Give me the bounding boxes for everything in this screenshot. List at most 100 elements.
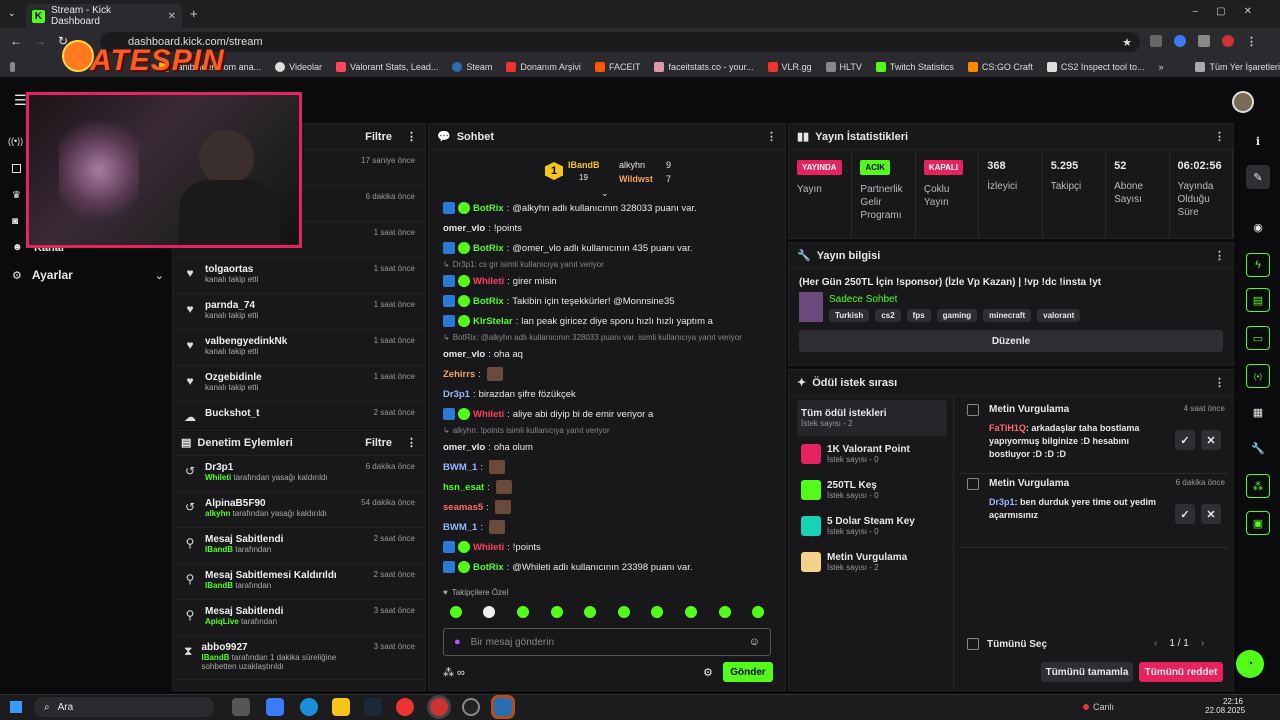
bookmark-item[interactable]: CS:GO Craft	[967, 61, 1033, 72]
wrench-icon[interactable]: 🔧	[1246, 436, 1270, 460]
bookmark-item[interactable]: faceitstats.co - your...	[654, 61, 754, 72]
checkbox[interactable]	[967, 478, 979, 490]
explorer-icon[interactable]	[332, 698, 350, 716]
bookmark-item[interactable]: Twitch Statistics	[875, 61, 954, 72]
chat-username[interactable]: Whileti	[473, 409, 504, 420]
next-page-icon[interactable]: ›	[1201, 638, 1204, 649]
moderator-name[interactable]: Whileti	[205, 473, 231, 482]
settings-icon[interactable]: ⚙	[703, 666, 713, 679]
tag-chip[interactable]: valorant	[1037, 309, 1081, 322]
list-icon[interactable]: ▦	[1246, 400, 1270, 424]
moderation-item[interactable]: ↺ Dr3p1 Whileti tarafından yasağı kaldırıl…	[173, 456, 425, 492]
emote-icon[interactable]	[684, 606, 697, 618]
chat-username[interactable]: Dr3p1	[443, 389, 470, 400]
moderator-name[interactable]: IBandB	[201, 653, 229, 662]
complete-all-button[interactable]: Tümünü tamamla	[1041, 662, 1133, 682]
more-bookmarks-icon[interactable]: »	[1158, 62, 1163, 72]
activity-user[interactable]: tolgaortas	[205, 264, 258, 275]
window-controls[interactable]: –▢✕	[1193, 6, 1270, 17]
chat-username[interactable]: seamas5	[443, 502, 483, 513]
browser-tab[interactable]: K Stream - Kick Dashboard ✕	[26, 4, 182, 28]
chat-username[interactable]: omer_vlo	[443, 442, 485, 453]
profile-avatar[interactable]	[1222, 35, 1234, 47]
obs-icon[interactable]	[462, 698, 480, 716]
clock[interactable]: 22:16 22.08.2025	[1205, 697, 1245, 715]
emote-icon[interactable]	[718, 606, 731, 618]
tag-chip[interactable]: cs2	[875, 309, 901, 322]
bookmark-item[interactable]: FACEIT	[594, 61, 640, 72]
steam-active-icon[interactable]	[494, 698, 512, 716]
chat-username[interactable]: Zehirrs	[443, 369, 475, 380]
tag-chip[interactable]: gaming	[936, 309, 978, 322]
windows-start-icon[interactable]	[10, 701, 22, 713]
moderator-name[interactable]: alkyhn	[205, 509, 230, 518]
bookmark-item[interactable]: CS2 Inspect tool to...	[1046, 61, 1144, 72]
extension-icon[interactable]	[1174, 35, 1186, 47]
reject-all-button[interactable]: Tümünü reddet	[1139, 662, 1223, 682]
more-options-icon[interactable]: ⋮	[766, 130, 777, 143]
activity-item[interactable]: ♥ tolgaortas kanalı takip etti 1 saat önce	[173, 258, 425, 294]
all-bookmarks[interactable]: Tüm Yer İşaretleri	[1195, 61, 1280, 72]
live-status[interactable]: Canlı	[1083, 702, 1114, 712]
nav-settings[interactable]: ⚙ Ayarlar ⌄	[12, 267, 164, 283]
moderation-item[interactable]: ⚲ Mesaj Sabitlendi IBandB tarafından 2 saat…	[173, 528, 425, 564]
activity-item[interactable]: ♥ Ozgebidinle kanalı takip etti 1 saat önce	[173, 366, 425, 402]
broadcast-icon[interactable]: ((•))	[8, 136, 23, 146]
tag-chip[interactable]: Turkish	[829, 309, 870, 322]
chat-username[interactable]: BotRix	[473, 243, 504, 254]
reward-item[interactable]: 5 Dolar Steam Key İstek sayısı - 0	[797, 508, 947, 544]
activity-item[interactable]: ♥ valbengyedinkNk kanalı takip etti 1 saat …	[173, 330, 425, 366]
moderator-name[interactable]: IBandB	[205, 545, 233, 554]
clapper-icon[interactable]: ▣	[1246, 511, 1270, 535]
prev-page-icon[interactable]: ‹	[1154, 638, 1157, 649]
camera-icon[interactable]: ◉	[1246, 215, 1270, 239]
more-options-icon[interactable]: ⋮	[1214, 249, 1225, 262]
chart-icon[interactable]	[12, 164, 21, 173]
approve-check-icon[interactable]: ✓	[1175, 504, 1195, 524]
emote-icon[interactable]	[483, 606, 496, 618]
chrome-icon[interactable]	[396, 698, 414, 716]
points-icon[interactable]: ⁂ ∞	[443, 666, 465, 679]
chat-username[interactable]: Whileti	[473, 542, 504, 553]
filter-button[interactable]: Filtre	[365, 437, 392, 449]
more-options-icon[interactable]: ⋮	[406, 130, 417, 143]
puzzle-icon[interactable]	[1198, 35, 1210, 47]
chat-username[interactable]: hsn_esat	[443, 482, 484, 493]
emote-icon[interactable]	[752, 606, 765, 618]
top-gifter-name[interactable]: IBandB	[568, 160, 600, 170]
reward-item[interactable]: Metin Vurgulama İstek sayısı - 2	[797, 544, 947, 580]
send-button[interactable]: Gönder	[723, 662, 773, 682]
info-icon[interactable]: ℹ	[1246, 129, 1270, 153]
chat-username[interactable]: omer_vlo	[443, 349, 485, 360]
bookmark-item[interactable]: VLR.gg	[767, 61, 812, 72]
forward-icon[interactable]: →	[34, 34, 46, 48]
chat-username[interactable]: BotRix	[473, 203, 504, 214]
reject-x-icon[interactable]: ✕	[1201, 504, 1221, 524]
more-options-icon[interactable]: ⋮	[1214, 376, 1225, 389]
chrome-active-icon[interactable]	[430, 698, 448, 716]
moderation-item[interactable]: ⧗ abbo9927 IBandB tarafından 1 dakika süre…	[173, 636, 425, 680]
emote-icon[interactable]	[617, 606, 630, 618]
camera-icon[interactable]: ◙	[12, 216, 18, 227]
points-icon[interactable]: ⁂	[1246, 474, 1270, 498]
activity-user[interactable]: valbengyedinkNk	[205, 336, 287, 347]
address-bar[interactable]: dashboard.kick.com/stream ★	[100, 32, 1140, 52]
select-all[interactable]: Tümünü Seç	[967, 638, 1047, 650]
more-options-icon[interactable]: ⋮	[406, 436, 417, 449]
taskbar-search[interactable]: ⌕ Ara	[34, 697, 214, 717]
task-view-icon[interactable]	[232, 698, 250, 716]
broadcast-icon[interactable]: (•)	[1246, 364, 1270, 388]
emote-icon[interactable]	[550, 606, 563, 618]
moderator-name[interactable]: IBandB	[205, 581, 233, 590]
chat-username[interactable]: KlrStelar	[473, 316, 513, 327]
menu-icon[interactable]: ⋮	[1246, 35, 1257, 48]
request-user[interactable]: Dr3p1	[989, 497, 1015, 507]
tag-chip[interactable]: minecraft	[983, 309, 1032, 322]
lightning-icon[interactable]: ϟ	[1246, 253, 1270, 277]
activity-user[interactable]: Buckshot_t	[205, 408, 259, 419]
checkbox[interactable]	[967, 404, 979, 416]
approve-check-icon[interactable]: ✓	[1175, 430, 1195, 450]
user-avatar[interactable]	[1232, 91, 1254, 113]
gifter-name[interactable]: Wildwst	[619, 174, 653, 184]
trophy-icon[interactable]: ♛	[12, 190, 21, 201]
